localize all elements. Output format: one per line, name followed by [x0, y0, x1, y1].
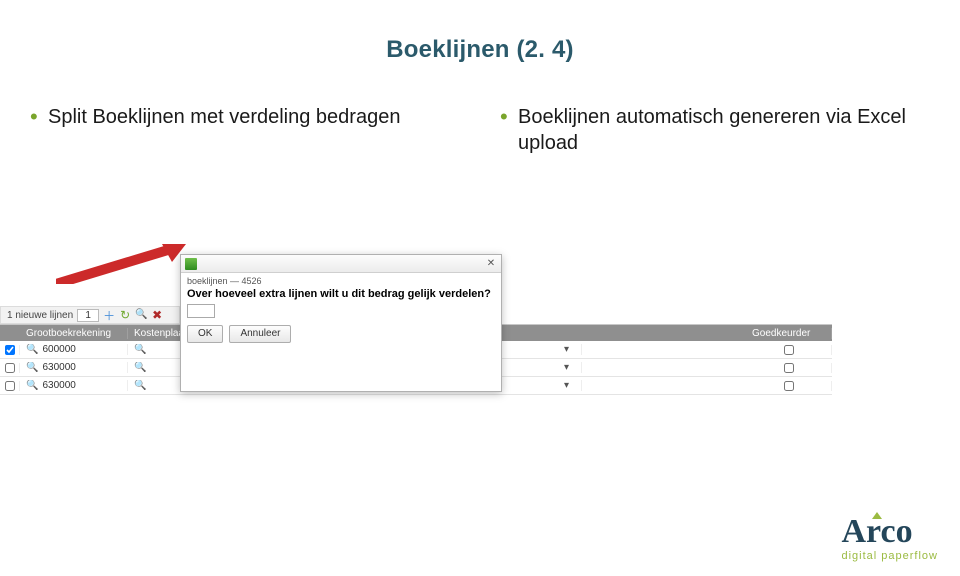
app-icon [185, 258, 197, 270]
logo-caret-icon [872, 512, 882, 519]
content-columns: Split Boeklijnen met verdeling bedragen … [0, 104, 960, 156]
ok-button[interactable]: OK [187, 325, 223, 343]
column-right: Boeklijnen automatisch genereren via Exc… [500, 104, 930, 156]
logo-tagline: digital paperflow [842, 551, 939, 562]
approve-checkbox[interactable] [784, 381, 794, 391]
cell-grootboek: 630000 [42, 380, 75, 391]
search-icon[interactable]: 🔍 [135, 308, 147, 320]
slide-title: Boeklijnen (2. 4) [0, 36, 960, 64]
cancel-button[interactable]: Annuleer [229, 325, 291, 343]
cell-grootboek: 600000 [42, 344, 75, 355]
refresh-icon[interactable]: ↻ [119, 309, 131, 321]
lookup-icon[interactable]: 🔍 [134, 380, 146, 391]
bullet-left: Split Boeklijnen met verdeling bedragen [30, 104, 460, 130]
lookup-icon[interactable]: 🔍 [26, 362, 38, 373]
chevron-down-icon[interactable]: ▾ [552, 344, 582, 355]
bullet-right: Boeklijnen automatisch genereren via Exc… [500, 104, 930, 156]
row-checkbox[interactable] [5, 345, 15, 355]
cell-grootboek: 630000 [42, 362, 75, 373]
toolbar-count[interactable]: 1 [77, 309, 99, 322]
lookup-icon[interactable]: 🔍 [134, 344, 146, 355]
row-checkbox[interactable] [5, 381, 15, 391]
lookup-icon[interactable]: 🔍 [26, 380, 38, 391]
lines-toolbar: 1 nieuwe lijnen 1 ＋ ↻ 🔍 ✖ [0, 306, 180, 324]
row-checkbox[interactable] [5, 363, 15, 373]
lookup-icon[interactable]: 🔍 [26, 344, 38, 355]
column-left: Split Boeklijnen met verdeling bedragen [30, 104, 460, 156]
approve-checkbox[interactable] [784, 345, 794, 355]
split-count-input[interactable] [187, 304, 215, 318]
close-icon[interactable]: ✕ [485, 258, 497, 270]
chevron-down-icon[interactable]: ▾ [552, 380, 582, 391]
split-dialog: ✕ boeklijnen — 4526 Over hoeveel extra l… [180, 254, 502, 392]
dialog-titlebar: ✕ [181, 255, 501, 273]
dialog-prompt: Over hoeveel extra lijnen wilt u dit bed… [181, 286, 501, 304]
dialog-subtitle: boeklijnen — 4526 [181, 273, 501, 286]
add-line-icon[interactable]: ＋ [103, 309, 115, 321]
callout-arrow [56, 244, 186, 284]
brand-logo: Arco digital paperflow [842, 515, 939, 562]
approve-checkbox[interactable] [784, 363, 794, 373]
lookup-icon[interactable]: 🔍 [134, 362, 146, 373]
delete-line-icon[interactable]: ✖ [151, 309, 163, 321]
col-grootboek: Grootboekrekening [20, 328, 128, 339]
app-screenshot: ✕ boeklijnen — 4526 Over hoeveel extra l… [0, 254, 832, 414]
chevron-down-icon[interactable]: ▾ [552, 362, 582, 373]
toolbar-label: 1 nieuwe lijnen [7, 310, 73, 321]
col-goedkeurder: Goedkeurder [746, 328, 832, 339]
